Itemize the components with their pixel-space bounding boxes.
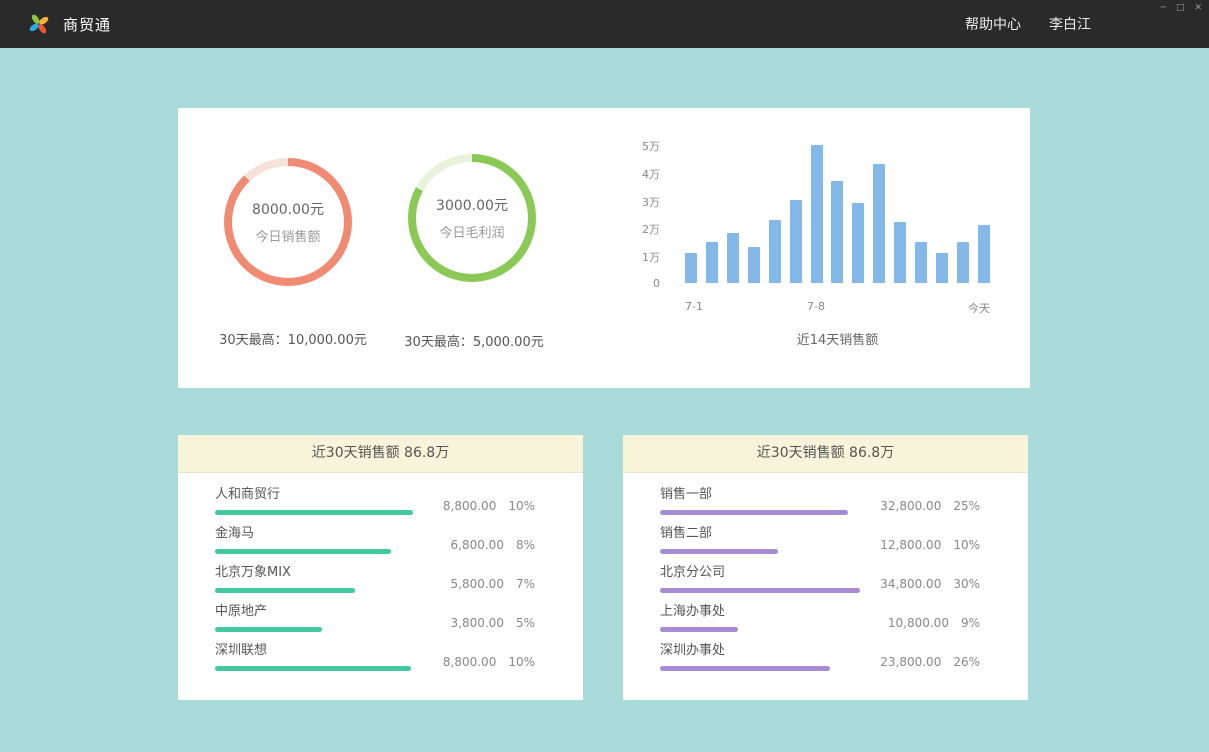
sales-bar	[727, 233, 739, 283]
y-tick: 3万	[642, 194, 660, 210]
today-sales-value: 8000.00元	[252, 199, 324, 219]
titlebar: 商贸通 帮助中心 李白江 ─ □ ✕	[0, 0, 1209, 48]
x-tick: 今天	[968, 300, 990, 316]
row-bar	[660, 588, 860, 593]
row-value: 12,800.0010%	[880, 538, 980, 552]
sales-bar	[769, 220, 781, 283]
panel-row: 北京万象MIX5,800.007%	[215, 565, 535, 604]
profit-30day-max: 30天最高：5,000.00元	[364, 331, 584, 350]
row-value: 34,800.0030%	[880, 577, 980, 591]
y-tick: 0	[653, 277, 660, 290]
sales-bar	[978, 225, 990, 283]
maximize-icon[interactable]: □	[1176, 3, 1185, 13]
summary-card: 8000.00元 今日销售额 30天最高：10,000.00元 3000.00元…	[178, 108, 1030, 388]
row-bar	[660, 510, 848, 515]
row-bar	[215, 549, 391, 554]
row-value: 32,800.0025%	[880, 499, 980, 513]
row-bar	[660, 627, 738, 632]
sales-bar	[873, 164, 885, 283]
help-center-link[interactable]: 帮助中心	[965, 14, 1021, 34]
departments-sales-panel: 近30天销售额 86.8万 销售一部32,800.0025%销售二部12,800…	[623, 435, 1028, 700]
panel-row: 销售二部12,800.0010%	[660, 526, 980, 565]
sales-bar	[790, 200, 802, 283]
panel-row: 北京分公司34,800.0030%	[660, 565, 980, 604]
x-tick: 7-1	[685, 300, 703, 313]
minimize-icon[interactable]: ─	[1161, 3, 1166, 13]
row-value: 10,800.009%	[888, 616, 980, 630]
today-sales-donut: 8000.00元 今日销售额	[224, 158, 352, 286]
sales-bar	[811, 145, 823, 283]
bar-chart-bars	[685, 145, 990, 283]
bar-chart-x-axis: 7-1 7-8 今天	[685, 300, 990, 314]
y-tick: 1万	[642, 249, 660, 265]
sales-bar	[936, 253, 948, 283]
panel-row: 深圳联想8,800.0010%	[215, 643, 535, 682]
panel-left-rows: 人和商贸行8,800.0010%金海马6,800.008%北京万象MIX5,80…	[215, 487, 535, 682]
app-title: 商贸通	[63, 14, 111, 35]
panel-row: 深圳办事处23,800.0026%	[660, 643, 980, 682]
sales-bar	[852, 203, 864, 283]
row-value: 23,800.0026%	[880, 655, 980, 669]
y-tick: 2万	[642, 221, 660, 237]
sales-bar	[894, 222, 906, 283]
sales-bar	[748, 247, 760, 283]
app-logo-icon	[27, 12, 51, 36]
row-bar	[215, 588, 355, 593]
row-value: 6,800.008%	[451, 538, 535, 552]
sales-bar	[685, 253, 697, 283]
y-tick: 4万	[642, 166, 660, 182]
panel-row: 销售一部32,800.0025%	[660, 487, 980, 526]
row-bar	[215, 627, 322, 632]
row-value: 8,800.0010%	[443, 655, 535, 669]
sales-bar	[831, 181, 843, 283]
panel-right-rows: 销售一部32,800.0025%销售二部12,800.0010%北京分公司34,…	[660, 487, 980, 682]
row-bar	[215, 666, 411, 671]
y-tick: 5万	[642, 138, 660, 154]
row-value: 3,800.005%	[451, 616, 535, 630]
bar-chart-title: 近14天销售额	[685, 329, 990, 348]
panel-row: 上海办事处10,800.009%	[660, 604, 980, 643]
today-profit-value: 3000.00元	[436, 195, 508, 215]
today-profit-label: 今日毛利润	[439, 222, 504, 241]
sales-bar	[915, 242, 927, 283]
today-profit-donut: 3000.00元 今日毛利润	[408, 154, 536, 282]
x-tick: 7-8	[807, 300, 825, 313]
row-bar	[660, 549, 778, 554]
close-icon[interactable]: ✕	[1194, 3, 1202, 13]
current-user-link[interactable]: 李白江	[1049, 14, 1091, 34]
bar-chart-y-axis: 5万 4万 3万 2万 1万 0	[618, 138, 660, 290]
today-sales-label: 今日销售额	[255, 226, 320, 245]
row-value: 8,800.0010%	[443, 499, 535, 513]
departments-panel-title: 近30天销售额 86.8万	[623, 435, 1028, 473]
panel-row: 人和商贸行8,800.0010%	[215, 487, 535, 526]
row-value: 5,800.007%	[451, 577, 535, 591]
panel-row: 中原地产3,800.005%	[215, 604, 535, 643]
row-bar	[660, 666, 830, 671]
panel-row: 金海马6,800.008%	[215, 526, 535, 565]
customers-sales-panel: 近30天销售额 86.8万 人和商贸行8,800.0010%金海马6,800.0…	[178, 435, 583, 700]
window-controls: ─ □ ✕	[1161, 3, 1202, 13]
sales-bar	[957, 242, 969, 283]
sales-bar	[706, 242, 718, 283]
row-bar	[215, 510, 413, 515]
customers-panel-title: 近30天销售额 86.8万	[178, 435, 583, 473]
